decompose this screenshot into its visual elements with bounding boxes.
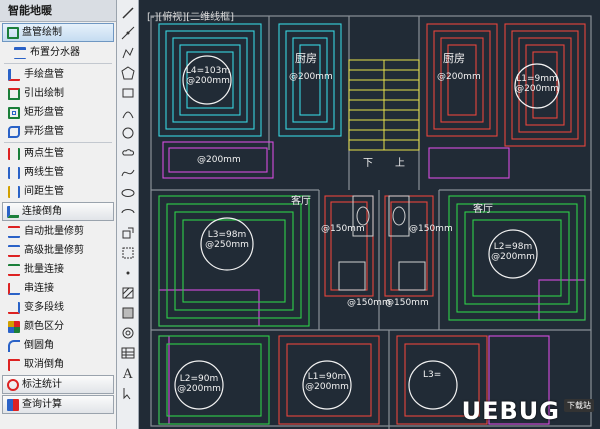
group-coil-draw[interactable]: 盘管绘制: [2, 23, 114, 42]
fillet-icon: [8, 339, 20, 352]
menu-item-hand-coil[interactable]: 手绘盘管: [0, 65, 116, 84]
cloud-tool-icon[interactable]: [119, 144, 137, 162]
text-tool-icon[interactable]: A: [119, 364, 137, 382]
coil-spacing: @150mm: [385, 298, 429, 308]
group-label: 盘管绘制: [22, 27, 62, 38]
room-label: L4=103m @200mm: [185, 66, 231, 86]
menu-item-spacing[interactable]: 间距生管: [0, 182, 116, 201]
manifold-icon: [14, 46, 26, 59]
line-tool-icon[interactable]: [119, 4, 137, 22]
room-label: L2=98m @200mm: [491, 242, 535, 262]
auto-trim-icon: [8, 225, 20, 238]
construction-line-icon[interactable]: [119, 24, 137, 42]
two-point-icon: [8, 147, 20, 160]
insert-block-icon[interactable]: [119, 224, 137, 242]
group-annotate[interactable]: 标注统计: [2, 375, 114, 394]
gradient-tool-icon[interactable]: [119, 304, 137, 322]
watermark: UEBUG 下载站: [462, 397, 594, 425]
svg-text:A: A: [122, 367, 133, 380]
lead-draw-icon: [8, 87, 20, 100]
menu-item-lead-draw[interactable]: 引出绘制: [0, 84, 116, 103]
divider: [4, 63, 112, 64]
ellipse-tool-icon[interactable]: [119, 184, 137, 202]
draw-toolbar: A: [117, 0, 139, 429]
room-name: 厨房: [443, 52, 465, 65]
menu-item-irregular-coil[interactable]: 异形盘管: [0, 122, 116, 141]
coil-icon: [7, 26, 19, 39]
menu-item-auto-trim[interactable]: 自动批量修剪: [0, 222, 116, 241]
coil-spacing: @200mm: [437, 72, 481, 82]
coil-spacing: @200mm: [289, 72, 333, 82]
stair-up: 上: [395, 158, 405, 169]
spline-tool-icon[interactable]: [119, 164, 137, 182]
two-line-icon: [8, 166, 20, 179]
room-name: 客厅: [473, 204, 493, 215]
coil-spacing: @150mm: [321, 224, 365, 234]
target-icon: [7, 378, 19, 391]
menu-item-color-distinguish[interactable]: 颜色区分: [0, 317, 116, 336]
hatch-tool-icon[interactable]: [119, 284, 137, 302]
menu-item-advanced-trim[interactable]: 高级批量修剪: [0, 241, 116, 260]
floor-plan: [150, 15, 592, 429]
spacing-icon: [8, 185, 20, 198]
app-window: 智能地暖 盘管绘制 布置分水器 手绘盘管 引出绘制 矩形盘管 异形盘管 两点生管…: [0, 0, 600, 429]
menu-item-two-line[interactable]: 两线生管: [0, 163, 116, 182]
watermark-sub: 下载站: [564, 399, 594, 412]
menu-item-cancel-fillet[interactable]: 取消倒角: [0, 355, 116, 374]
region-tool-icon[interactable]: [119, 324, 137, 342]
room-label: L2=90m @200mm: [177, 374, 221, 394]
polyline-icon: [8, 301, 20, 314]
room-label: L1=9mm @200mm: [515, 74, 559, 94]
irregular-coil-icon: [8, 125, 20, 138]
rect-coil-icon: [8, 106, 20, 119]
drawing-canvas[interactable]: [-][俯视][二维线框] L4=103m @200mm L1=9mm @200mm…: [139, 0, 600, 429]
advanced-trim-icon: [8, 244, 20, 257]
series-connect-icon: [8, 282, 20, 295]
connect-icon: [7, 205, 19, 218]
menu-item-polyline[interactable]: 变多段线: [0, 298, 116, 317]
coil-spacing: @200mm: [197, 155, 241, 165]
coil-spacing: @150mm: [409, 224, 453, 234]
table-tool-icon[interactable]: [119, 344, 137, 362]
room-label: L3=98m @250mm: [205, 230, 249, 250]
room-name: 厨房: [295, 52, 317, 65]
menu-item-series-connect[interactable]: 串连接: [0, 279, 116, 298]
point-tool-icon[interactable]: [119, 264, 137, 282]
room-name: 客厅: [291, 196, 311, 207]
stair-down: 下: [363, 158, 373, 169]
menu-item-two-point[interactable]: 两点生管: [0, 144, 116, 163]
group-connect[interactable]: 连接倒角: [2, 202, 114, 221]
divider: [4, 142, 112, 143]
group-query[interactable]: 查询计算: [2, 395, 114, 414]
make-block-icon[interactable]: [119, 244, 137, 262]
panel-title: 智能地暖: [0, 0, 116, 22]
watermark-logo: UEBUG: [461, 397, 560, 425]
polygon-tool-icon[interactable]: [119, 64, 137, 82]
color-palette-icon: [8, 320, 20, 333]
viewport-label[interactable]: [-][俯视][二维线框]: [147, 8, 234, 23]
add-selected-icon[interactable]: [119, 384, 137, 402]
arc-tool-icon[interactable]: [119, 104, 137, 122]
menu-item-fillet[interactable]: 倒圆角: [0, 336, 116, 355]
polyline-tool-icon[interactable]: [119, 44, 137, 62]
menu-item-manifold[interactable]: 布置分水器: [0, 43, 116, 62]
cancel-fillet-icon: [8, 358, 20, 371]
calc-icon: [7, 398, 19, 411]
menu-item-rect-coil[interactable]: 矩形盘管: [0, 103, 116, 122]
batch-connect-icon: [8, 263, 20, 276]
ellipse-arc-icon[interactable]: [119, 204, 137, 222]
menu-item-batch-connect[interactable]: 批量连接: [0, 260, 116, 279]
room-label-partial: L3=: [423, 370, 442, 380]
hand-coil-icon: [8, 68, 20, 81]
room-label: L1=90m @200mm: [305, 372, 349, 392]
command-panel: 智能地暖 盘管绘制 布置分水器 手绘盘管 引出绘制 矩形盘管 异形盘管 两点生管…: [0, 0, 117, 429]
circle-tool-icon[interactable]: [119, 124, 137, 142]
rectangle-tool-icon[interactable]: [119, 84, 137, 102]
